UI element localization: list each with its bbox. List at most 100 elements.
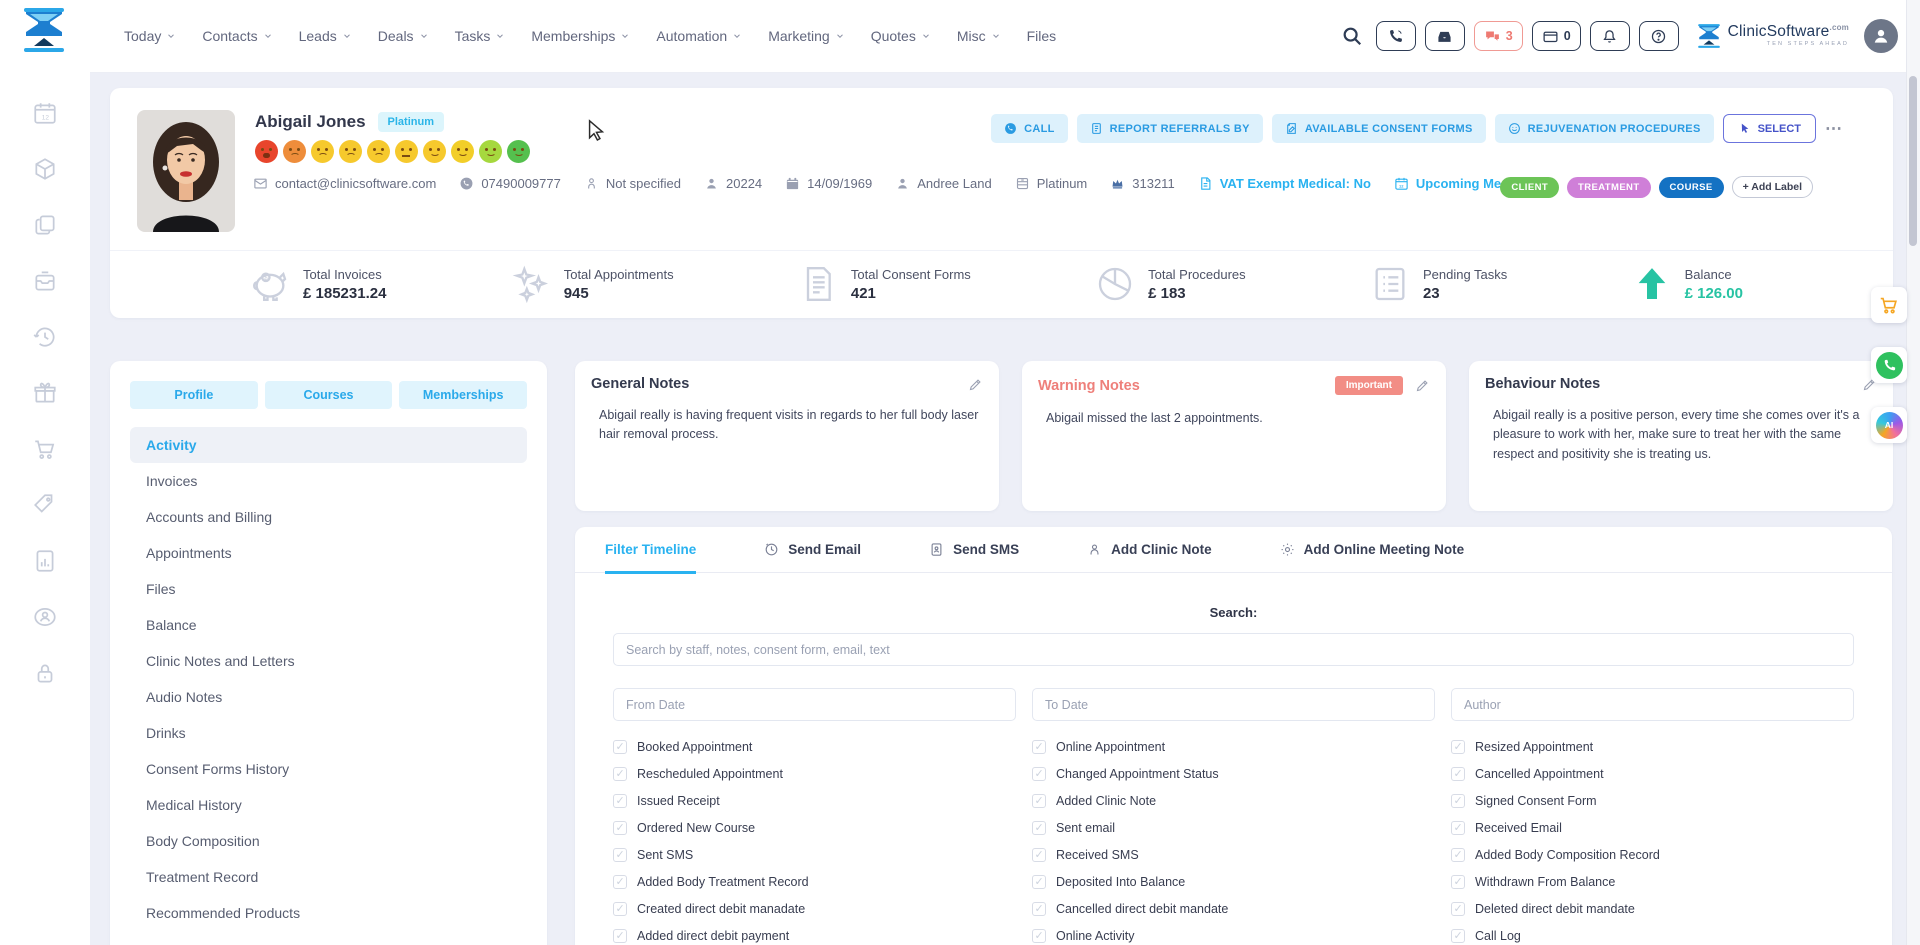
label-treatment[interactable]: TREATMENT [1567,177,1650,198]
filter-checkbox[interactable]: Cancelled direct debit mandate [1032,902,1435,916]
copy-icon[interactable] [32,212,58,238]
filter-checkbox[interactable]: Withdrawn From Balance [1451,875,1854,889]
tab-send-email[interactable]: Send Email [764,527,861,573]
filter-checkbox[interactable]: Call Log [1451,929,1854,943]
call-widget-button[interactable] [1871,347,1907,383]
from-date-input[interactable] [613,688,1016,721]
lock-icon[interactable] [32,660,58,686]
report-icon[interactable] [32,548,58,574]
filter-checkbox[interactable]: Sent SMS [613,848,1016,862]
client-photo[interactable] [137,110,235,232]
history-icon[interactable] [32,324,58,350]
nav-tasks[interactable]: Tasks [455,28,506,44]
brand-logo[interactable]: ClinicSoftware.com TEN STEPS AHEAD [1696,21,1849,51]
call-button[interactable]: CALL [991,114,1068,143]
calendar-icon[interactable]: 12 [32,100,58,126]
mood-6[interactable] [395,140,418,163]
client-email[interactable]: contact@clinicsoftware.com [253,176,436,191]
tab-send-sms[interactable]: Send SMS [929,527,1019,573]
more-options-button[interactable]: ⋯ [1825,119,1843,139]
filter-checkbox[interactable]: Rescheduled Appointment [613,767,1016,781]
consent-forms-button[interactable]: AVAILABLE CONSENT FORMS [1272,114,1486,143]
filter-checkbox[interactable]: Deleted direct debit mandate [1451,902,1854,916]
menu-item-appointments[interactable]: Appointments [130,535,527,571]
wallet-button[interactable]: 0 [1532,21,1581,51]
mood-1[interactable] [255,140,278,163]
menu-item-invoices[interactable]: Invoices [130,463,527,499]
account-icon[interactable] [32,604,58,630]
mood-5[interactable] [367,140,390,163]
filter-checkbox[interactable]: Added Clinic Note [1032,794,1435,808]
filter-checkbox[interactable]: Added Body Composition Record [1451,848,1854,862]
scrollbar-thumb[interactable] [1909,76,1917,246]
tab-profile[interactable]: Profile [130,381,258,409]
client-address[interactable]: Not specified [584,176,681,191]
mood-8[interactable] [451,140,474,163]
filter-checkbox[interactable]: Ordered New Course [613,821,1016,835]
client-tier[interactable]: Platinum [1015,176,1088,191]
nav-today[interactable]: Today [124,28,176,44]
menu-item-treatment-record[interactable]: Treatment Record [130,859,527,895]
filter-checkbox[interactable]: Created direct debit manadate [613,902,1016,916]
mood-3[interactable] [311,140,334,163]
filter-checkbox[interactable]: Added direct debit payment [613,929,1016,943]
inbox-button[interactable] [1425,21,1465,51]
notifications-button[interactable] [1590,21,1630,51]
tag-icon[interactable] [32,492,58,518]
loyalty-points[interactable]: 313211 [1110,176,1174,191]
menu-item-audio-notes[interactable]: Audio Notes [130,679,527,715]
mood-2[interactable] [283,140,306,163]
gift-icon[interactable] [32,380,58,406]
mood-7[interactable] [423,140,446,163]
menu-item-medical-history[interactable]: Medical History [130,787,527,823]
search-icon[interactable] [1341,25,1363,47]
menu-item-consent-history[interactable]: Consent Forms History [130,751,527,787]
filter-checkbox[interactable]: Received Email [1451,821,1854,835]
author-input[interactable] [1451,688,1854,721]
client-dob[interactable]: 14/09/1969 [785,176,872,191]
client-phone[interactable]: 07490009777 [459,176,561,191]
filter-checkbox[interactable]: Signed Consent Form [1451,794,1854,808]
menu-item-drinks[interactable]: Drinks [130,715,527,751]
chat-button[interactable]: 3 [1474,21,1523,51]
menu-item-body-composition[interactable]: Body Composition [130,823,527,859]
label-client[interactable]: CLIENT [1500,177,1559,198]
menu-item-files[interactable]: Files [130,571,527,607]
filter-checkbox[interactable]: Online Appointment [1032,740,1435,754]
nav-deals[interactable]: Deals [378,28,429,44]
dialer-button[interactable] [1376,21,1416,51]
filter-checkbox[interactable]: Online Activity [1032,929,1435,943]
timeline-search-input[interactable] [613,633,1854,666]
app-logo[interactable] [20,6,68,54]
rejuvenation-button[interactable]: REJUVENATION PROCEDURES [1495,114,1714,143]
nav-memberships[interactable]: Memberships [531,28,630,44]
tab-courses[interactable]: Courses [265,381,393,409]
edit-icon[interactable] [968,377,983,392]
nav-misc[interactable]: Misc [957,28,1001,44]
filter-checkbox[interactable]: Received SMS [1032,848,1435,862]
menu-item-recommended-products[interactable]: Recommended Products [130,895,527,931]
filter-checkbox[interactable]: Changed Appointment Status [1032,767,1435,781]
nav-contacts[interactable]: Contacts [202,28,272,44]
select-button[interactable]: SELECT [1723,114,1816,143]
tab-filter-timeline[interactable]: Filter Timeline [605,527,696,573]
add-label-button[interactable]: + Add Label [1732,176,1813,198]
help-button[interactable] [1639,21,1679,51]
client-id[interactable]: 20224 [704,176,762,191]
report-referrals-button[interactable]: REPORT REFERRALS BY [1077,114,1263,143]
ai-assistant-button[interactable]: AI [1871,407,1907,443]
menu-item-accounts-billing[interactable]: Accounts and Billing [130,499,527,535]
cart-icon[interactable] [32,436,58,462]
user-avatar[interactable] [1864,19,1898,53]
mood-10[interactable] [507,140,530,163]
filter-checkbox[interactable]: Added Body Treatment Record [613,875,1016,889]
mood-4[interactable] [339,140,362,163]
edit-icon[interactable] [1415,378,1430,393]
filter-checkbox[interactable]: Cancelled Appointment [1451,767,1854,781]
menu-item-balance[interactable]: Balance [130,607,527,643]
menu-item-activity[interactable]: Activity [130,427,527,463]
filter-checkbox[interactable]: Resized Appointment [1451,740,1854,754]
vat-exempt-link[interactable]: VAT Exempt Medical: No [1198,176,1371,191]
filter-checkbox[interactable]: Deposited Into Balance [1032,875,1435,889]
tray-icon[interactable] [32,268,58,294]
